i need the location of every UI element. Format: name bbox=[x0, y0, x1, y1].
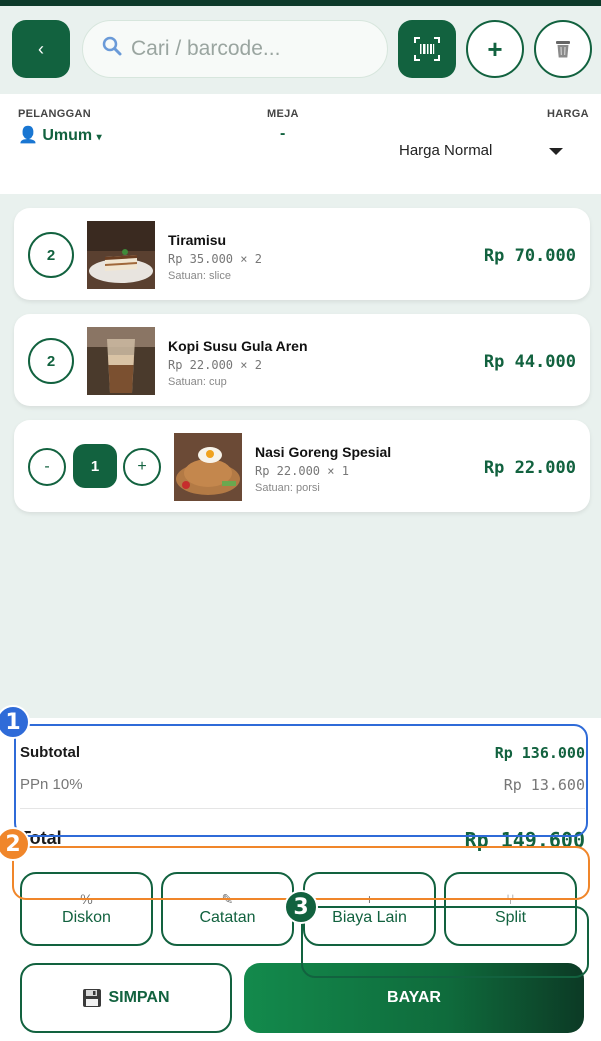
cart-item[interactable]: 2 Kopi Susu Gula Aren Rp 22.000 × 2 Satu… bbox=[14, 314, 590, 406]
search-input[interactable] bbox=[131, 37, 361, 61]
item-unit-price: Rp 22.000 × 1 bbox=[255, 464, 349, 478]
table-value[interactable]: - bbox=[280, 125, 285, 143]
customer-label: PELANGGAN bbox=[18, 108, 91, 120]
price-select[interactable]: Harga Normal bbox=[399, 142, 492, 159]
annotation-marker-3: 3 bbox=[284, 890, 318, 924]
floppy-disk-icon bbox=[83, 989, 102, 1007]
customer-value: Umum bbox=[42, 127, 93, 144]
item-name: Tiramisu bbox=[168, 232, 227, 248]
item-unit: Satuan: slice bbox=[168, 270, 231, 282]
order-info-bar: PELANGGAN 👤 Umum ▾ MEJA - HARGA Harga No… bbox=[0, 94, 601, 194]
trash-icon bbox=[556, 41, 570, 58]
decrease-quantity-button[interactable]: - bbox=[28, 448, 66, 486]
save-label: SIMPAN bbox=[108, 989, 170, 1006]
increase-quantity-button[interactable]: + bbox=[123, 448, 161, 486]
item-total: Rp 44.000 bbox=[483, 352, 576, 372]
barcode-icon bbox=[414, 37, 440, 61]
item-name: Nasi Goreng Spesial bbox=[255, 444, 392, 460]
quantity-badge[interactable]: 2 bbox=[28, 338, 74, 384]
quantity-value[interactable]: 1 bbox=[73, 444, 117, 488]
chevron-down-icon: ▾ bbox=[96, 132, 102, 143]
note-label: Catatan bbox=[199, 909, 256, 926]
item-name: Kopi Susu Gula Aren bbox=[168, 338, 308, 354]
annotation-box-1 bbox=[14, 724, 588, 837]
cart-item[interactable]: - 1 + Nasi Goreng Spesial Rp 22.000 × 1 … bbox=[14, 420, 590, 512]
pay-label: BAYAR bbox=[387, 989, 441, 1006]
quantity-badge[interactable]: 2 bbox=[28, 232, 74, 278]
user-icon: 👤 bbox=[18, 127, 38, 144]
cart-item[interactable]: 2 Tiramisu Rp 35.000 × 2 Satuan: slice R… bbox=[14, 208, 590, 300]
item-unit-price: Rp 22.000 × 2 bbox=[168, 358, 262, 372]
item-total: Rp 22.000 bbox=[483, 458, 576, 478]
top-bar: ‹ + bbox=[0, 6, 601, 94]
iced-coffee-image bbox=[87, 327, 155, 395]
save-button[interactable]: SIMPAN bbox=[20, 963, 232, 1033]
price-label: HARGA bbox=[547, 108, 589, 120]
tiramisu-image bbox=[87, 221, 155, 289]
item-unit: Satuan: cup bbox=[168, 376, 227, 388]
discount-label: Diskon bbox=[62, 909, 111, 926]
annotation-box-3 bbox=[301, 906, 589, 978]
customer-selector[interactable]: 👤 Umum ▾ bbox=[18, 125, 102, 145]
search-icon bbox=[101, 35, 123, 63]
fried-rice-image bbox=[174, 433, 242, 501]
add-item-button[interactable]: + bbox=[466, 20, 524, 78]
back-button[interactable]: ‹ bbox=[12, 20, 70, 78]
clear-cart-button[interactable] bbox=[534, 20, 592, 78]
item-total: Rp 70.000 bbox=[483, 246, 576, 266]
item-unit-price: Rp 35.000 × 2 bbox=[168, 252, 262, 266]
barcode-scan-button[interactable] bbox=[398, 20, 456, 78]
item-unit: Satuan: porsi bbox=[255, 482, 320, 494]
table-label: MEJA bbox=[267, 108, 299, 120]
dropdown-caret-icon[interactable] bbox=[549, 148, 563, 155]
search-box[interactable] bbox=[82, 20, 388, 78]
